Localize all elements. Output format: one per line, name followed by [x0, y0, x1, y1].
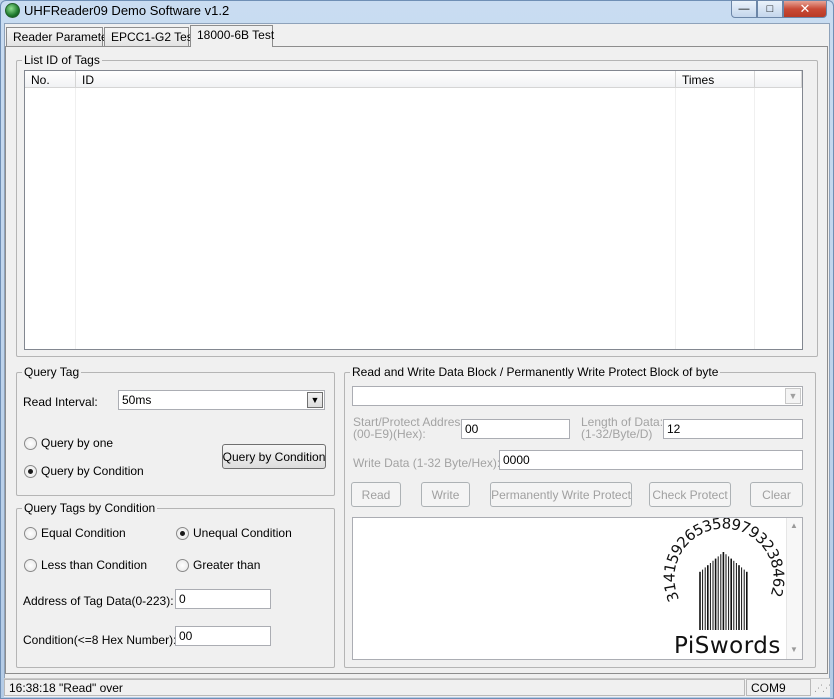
column-divider: [75, 88, 76, 349]
start-address-label-line2: (00-E9)(Hex):: [353, 427, 426, 441]
read-interval-value: 50ms: [122, 393, 152, 407]
query-by-one-label[interactable]: Query by one: [41, 436, 113, 450]
read-interval-select[interactable]: 50ms ▼: [118, 390, 325, 410]
greater-than-radio[interactable]: [176, 559, 189, 572]
column-header-id[interactable]: ID: [76, 71, 676, 88]
status-port: COM9: [746, 679, 811, 696]
start-address-label: Start/Protect Address (00-E9)(Hex):: [353, 416, 466, 440]
write-data-label: Write Data (1-32 Byte/Hex):: [353, 456, 501, 470]
query-by-condition-label[interactable]: Query by Condition: [41, 464, 144, 478]
logo-wordmark: PiSwords: [674, 633, 781, 659]
column-header-times[interactable]: Times: [676, 71, 755, 88]
column-divider: [754, 88, 755, 349]
condition-hex-input[interactable]: 00: [175, 626, 271, 646]
window-title: UHFReader09 Demo Software v1.2: [24, 3, 230, 18]
column-header-filler: [755, 71, 802, 88]
write-data-input[interactable]: 0000: [499, 450, 803, 470]
close-button[interactable]: ✕: [783, 0, 827, 18]
resize-grip-icon[interactable]: ⋰⋰: [814, 683, 831, 694]
maximize-button[interactable]: □: [757, 0, 783, 18]
logo-barcode-swords: [699, 552, 748, 630]
tab-epcc1-g2-test[interactable]: EPCC1-G2 Test: [104, 27, 196, 46]
column-divider: [675, 88, 676, 349]
equal-condition-radio[interactable]: [24, 527, 37, 540]
query-condition-group-title: Query Tags by Condition: [22, 501, 158, 515]
data-length-label-line2: (1-32/Byte/D): [581, 427, 653, 441]
unequal-condition-label[interactable]: Unequal Condition: [193, 526, 292, 540]
minimize-icon: —: [738, 3, 750, 15]
greater-than-label[interactable]: Greater than: [193, 558, 260, 572]
maximize-icon: □: [766, 3, 774, 15]
data-length-input[interactable]: 12: [663, 419, 803, 439]
permanent-write-protect-button[interactable]: Permanently Write Protect: [490, 482, 632, 507]
start-address-input[interactable]: 00: [461, 419, 570, 439]
clear-button[interactable]: Clear: [750, 482, 803, 507]
app-globe-icon: [5, 3, 20, 18]
query-tag-group-title: Query Tag: [22, 365, 82, 379]
tag-data-address-label: Address of Tag Data(0-223):: [23, 594, 174, 608]
write-button[interactable]: Write: [421, 482, 470, 507]
minimize-button[interactable]: —: [731, 0, 757, 18]
less-than-condition-radio[interactable]: [24, 559, 37, 572]
close-icon: ✕: [799, 1, 811, 16]
dropdown-arrow-icon[interactable]: ▼: [307, 392, 323, 408]
unequal-condition-radio[interactable]: [176, 527, 189, 540]
list-tags-group-title: List ID of Tags: [22, 53, 102, 67]
column-header-no[interactable]: No.: [25, 71, 76, 88]
query-by-one-radio[interactable]: [24, 437, 37, 450]
tab-18000-6b-test[interactable]: 18000-6B Test: [190, 25, 274, 47]
check-protect-button[interactable]: Check Protect: [649, 482, 731, 507]
output-scrollbar[interactable]: ▲ ▼: [786, 518, 802, 659]
less-than-condition-label[interactable]: Less than Condition: [41, 558, 147, 572]
scroll-down-icon[interactable]: ▼: [790, 645, 798, 654]
scroll-up-icon[interactable]: ▲: [790, 521, 798, 530]
tag-data-address-input[interactable]: 0: [175, 589, 271, 609]
read-write-group-title: Read and Write Data Block / Permanently …: [350, 365, 721, 379]
tag-id-select[interactable]: ▼: [352, 386, 803, 406]
equal-condition-label[interactable]: Equal Condition: [41, 526, 126, 540]
read-button[interactable]: Read: [351, 482, 401, 507]
read-interval-label: Read Interval:: [23, 395, 98, 409]
condition-hex-label: Condition(<=8 Hex Number):: [23, 633, 177, 647]
status-message: 16:38:18 "Read" over: [4, 679, 745, 696]
dropdown-arrow-icon[interactable]: ▼: [785, 388, 801, 404]
data-length-label: Length of Data: (1-32/Byte/D): [581, 416, 663, 440]
tab-reader-parameter[interactable]: Reader Parameter: [6, 27, 112, 46]
tag-list-view[interactable]: No. ID Times: [24, 70, 803, 350]
query-by-condition-button[interactable]: Query by Condition: [222, 444, 326, 469]
query-by-condition-radio[interactable]: [24, 465, 37, 478]
